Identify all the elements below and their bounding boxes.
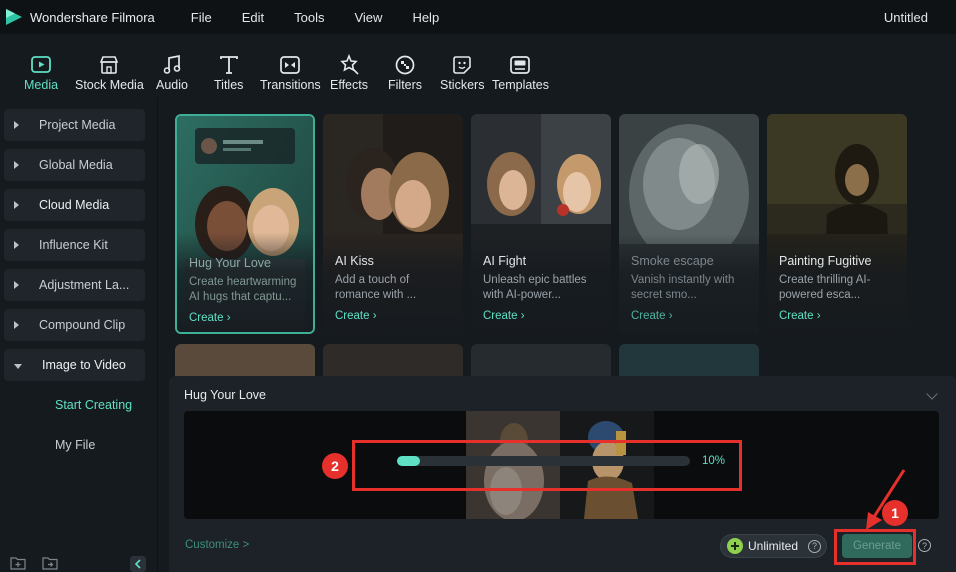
effects-icon xyxy=(338,54,360,76)
annotation-badge-1: 1 xyxy=(882,500,908,526)
card-title: Painting Fugitive xyxy=(779,254,872,268)
card-description: Create thrilling AI-powered esca... xyxy=(779,274,871,301)
card-description: Vanish instantly with secret smo... xyxy=(631,274,735,301)
template-card-smoke-escape[interactable]: Smoke escape Vanish instantly with secre… xyxy=(619,114,759,334)
tab-transitions[interactable]: Transitions xyxy=(260,34,321,98)
tab-effects[interactable]: Effects xyxy=(330,34,368,98)
menu-help[interactable]: Help xyxy=(412,10,439,25)
collapse-arrow-icon xyxy=(14,363,22,369)
tab-audio[interactable]: Audio xyxy=(156,34,188,98)
annotation-badge-2: 2 xyxy=(322,453,348,479)
panel-title: Hug Your Love xyxy=(184,388,267,402)
card-create-link[interactable]: Create › xyxy=(483,310,525,322)
generate-button[interactable]: Generate xyxy=(842,534,912,558)
sidebar-item-project-media[interactable]: Project Media xyxy=(4,109,145,141)
generate-help-icon[interactable]: ? xyxy=(918,539,931,552)
sidebar-subitem-my-file[interactable]: My File xyxy=(55,438,95,452)
menu-tools[interactable]: Tools xyxy=(294,10,324,25)
card-create-link[interactable]: Create › xyxy=(189,312,231,324)
sidebar-item-adjustment-layer[interactable]: Adjustment La... xyxy=(4,269,145,301)
app-name: Wondershare Filmora xyxy=(30,9,155,25)
sidebar-subitem-start-creating[interactable]: Start Creating xyxy=(55,398,132,412)
document-title: Untitled xyxy=(883,10,928,25)
expand-arrow-icon xyxy=(14,121,19,129)
customize-link[interactable]: Customize > xyxy=(185,539,249,551)
tab-templates[interactable]: Templates xyxy=(492,34,549,98)
expand-arrow-icon xyxy=(14,281,19,289)
transitions-icon xyxy=(279,54,301,76)
main-toolbar: Media Stock Media Audio Titles Transitio… xyxy=(0,34,956,98)
progress-bar xyxy=(397,456,690,466)
title-bar: Wondershare Filmora File Edit Tools View… xyxy=(0,0,956,34)
sidebar-item-cloud-media[interactable]: Cloud Media xyxy=(4,189,145,221)
chevron-down-icon[interactable] xyxy=(926,388,938,400)
template-card-ai-kiss[interactable]: AI Kiss Add a touch of romance with ... … xyxy=(323,114,463,334)
sidebar-item-image-to-video[interactable]: Image to Video xyxy=(4,349,145,381)
sidebar-item-influence-kit[interactable]: Influence Kit xyxy=(4,229,145,261)
card-description: Add a touch of romance with ... xyxy=(335,274,417,301)
media-icon xyxy=(30,54,52,76)
card-title: Hug Your Love xyxy=(189,256,272,270)
menu-bar: File Edit Tools View Help xyxy=(191,10,469,25)
tab-media[interactable]: Media xyxy=(24,34,58,98)
tab-filters[interactable]: Filters xyxy=(388,34,422,98)
help-icon[interactable]: ? xyxy=(808,539,822,553)
card-create-link[interactable]: Create › xyxy=(779,310,821,322)
menu-edit[interactable]: Edit xyxy=(242,10,264,25)
plus-icon xyxy=(727,538,743,554)
unlimited-label: Unlimited xyxy=(748,539,799,553)
expand-arrow-icon xyxy=(14,161,19,169)
menu-file[interactable]: File xyxy=(191,10,212,25)
card-title: Smoke escape xyxy=(631,254,714,268)
card-description: Create heartwarming AI hugs that captu..… xyxy=(189,276,297,303)
expand-arrow-icon xyxy=(14,321,19,329)
sidebar-item-global-media[interactable]: Global Media xyxy=(4,149,145,181)
template-card-painting-fugitive[interactable]: Painting Fugitive Create thrilling AI-po… xyxy=(767,114,907,334)
card-title: AI Kiss xyxy=(335,254,374,268)
filmora-logo-icon xyxy=(4,7,24,27)
stickers-icon xyxy=(451,54,473,76)
music-note-icon xyxy=(161,54,183,76)
import-folder-icon[interactable] xyxy=(42,556,58,570)
expand-arrow-icon xyxy=(14,241,19,249)
sidebar: Project Media Global Media Cloud Media I… xyxy=(0,98,158,572)
progress-percent: 10% xyxy=(702,455,726,467)
card-create-link[interactable]: Create › xyxy=(631,310,673,322)
expand-arrow-icon xyxy=(14,201,19,209)
title-t-icon xyxy=(218,54,240,76)
sidebar-item-compound-clip[interactable]: Compound Clip xyxy=(4,309,145,341)
new-folder-icon[interactable] xyxy=(10,556,26,570)
chevron-left-icon xyxy=(134,559,141,569)
progress-fill xyxy=(397,456,421,466)
tab-stock-media[interactable]: Stock Media xyxy=(75,34,144,98)
filters-icon xyxy=(394,54,416,76)
card-description: Unleash epic battles with AI-power... xyxy=(483,274,587,301)
templates-icon xyxy=(509,54,531,76)
stock-media-icon xyxy=(98,54,120,76)
menu-view[interactable]: View xyxy=(354,10,382,25)
card-title: AI Fight xyxy=(483,254,527,268)
tab-titles[interactable]: Titles xyxy=(214,34,243,98)
template-card-ai-fight[interactable]: AI Fight Unleash epic battles with AI-po… xyxy=(471,114,611,334)
tab-stickers[interactable]: Stickers xyxy=(440,34,484,98)
template-card-hug-your-love[interactable]: Hug Your Love Create heartwarming AI hug… xyxy=(175,114,315,334)
collapse-sidebar-button[interactable] xyxy=(130,556,146,572)
card-create-link[interactable]: Create › xyxy=(335,310,377,322)
unlimited-credits-pill[interactable]: Unlimited ? xyxy=(720,534,827,558)
